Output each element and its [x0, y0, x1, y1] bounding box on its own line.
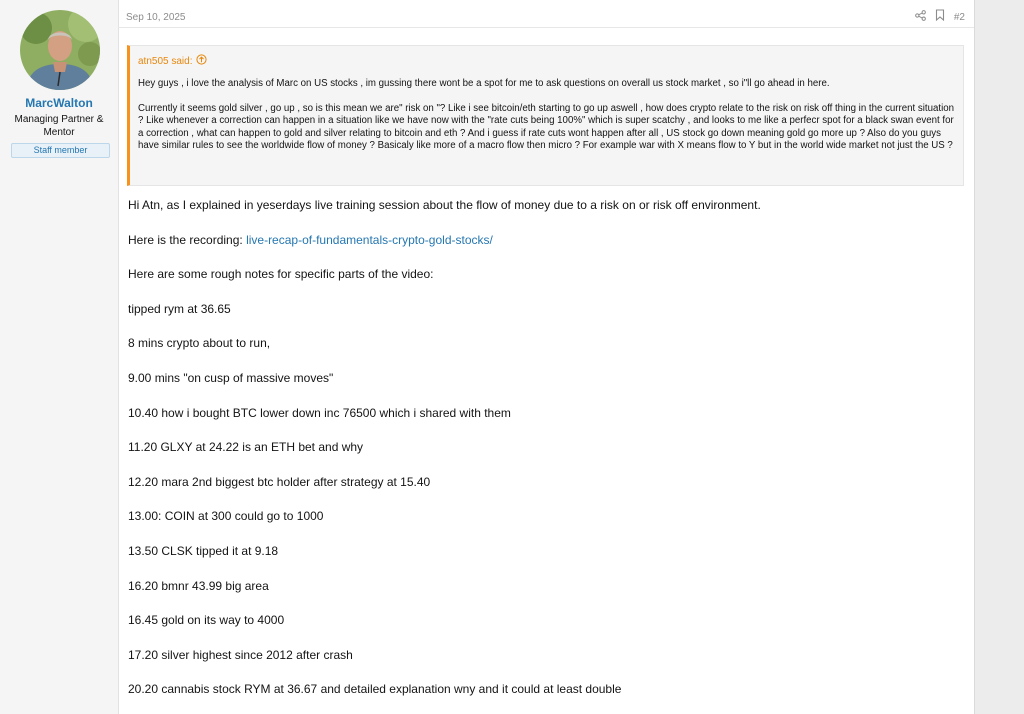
arrow-up-circle-icon [195, 54, 207, 68]
note-item: 20.20 cannabis stock RYM at 36.67 and de… [128, 682, 622, 697]
quote-block: atn505 said: Hey guys , i love the analy… [127, 45, 964, 186]
recording-label: Here is the recording: [128, 232, 247, 247]
notes-intro: Here are some rough notes for specific p… [128, 267, 434, 282]
bookmark-icon[interactable] [935, 9, 945, 25]
note-item: 16.20 bmnr 43.99 big area [128, 578, 269, 593]
quote-author-name: atn505 said: [138, 55, 193, 67]
quote-author-link[interactable]: atn505 said: [138, 54, 207, 68]
post-content: Hi Atn, as I explained in yeserdays live… [128, 193, 964, 712]
intro-text: Hi Atn, as I explained in yeserdays live… [128, 198, 761, 212]
post-header: Sep 10, 2025 #2 [118, 0, 974, 28]
note-item: 11.20 GLXY at 24.22 is an ETH bet and wh… [128, 440, 364, 455]
note-item: 8 mins crypto about to run, [128, 336, 271, 351]
username[interactable]: MarcWalton [0, 96, 118, 110]
quote-paragraph: Hey guys , i love the analysis of Marc o… [138, 78, 830, 89]
recording-line: Here is the recording: live-recap-of-fun… [128, 228, 964, 263]
share-icon[interactable] [915, 9, 926, 25]
note-item: 16.45 gold on its way to 4000 [128, 613, 285, 628]
post-user-sidebar: MarcWalton Managing Partner & Mentor Sta… [0, 0, 119, 714]
post-actions: #2 [915, 9, 965, 25]
note-item: 9.00 mins "on cusp of massive moves" [128, 370, 334, 385]
avatar[interactable] [20, 10, 100, 90]
note-item: 10.40 how i bought BTC lower down inc 76… [128, 405, 511, 420]
forum-post: MarcWalton Managing Partner & Mentor Sta… [0, 0, 975, 714]
post-number[interactable]: #2 [954, 12, 965, 23]
note-item: tipped rym at 36.65 [128, 301, 231, 316]
quote-body: Hey guys , i love the analysis of Marc o… [138, 78, 958, 165]
user-title: Managing Partner & Mentor [14, 114, 104, 138]
quote-paragraph: Currently it seems gold silver , go up ,… [138, 102, 955, 152]
post-date[interactable]: Sep 10, 2025 [126, 12, 186, 23]
note-item: 12.20 mara 2nd biggest btc holder after … [128, 474, 431, 489]
recording-link[interactable]: live-recap-of-fundamentals-crypto-gold-s… [246, 233, 493, 247]
note-item: 17.20 silver highest since 2012 after cr… [128, 647, 353, 662]
note-item: 13.50 CLSK tipped it at 9.18 [128, 543, 279, 558]
note-item: 13.00: COIN at 300 could go to 1000 [128, 509, 324, 524]
staff-member-badge: Staff member [11, 143, 110, 158]
